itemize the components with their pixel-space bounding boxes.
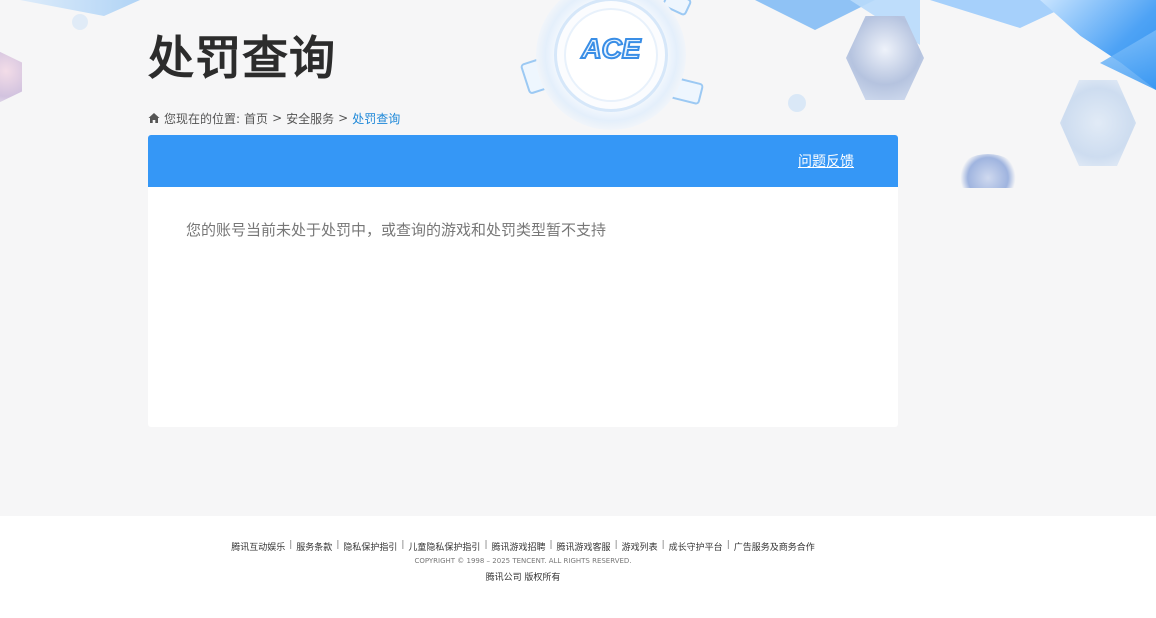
decorative-character-left — [0, 48, 22, 106]
footer-link-game-list[interactable]: 游戏列表 — [622, 540, 658, 553]
feedback-link[interactable]: 问题反馈 — [798, 151, 854, 171]
home-icon — [148, 113, 160, 123]
footer-link-ads-business[interactable]: 广告服务及商务合作 — [734, 540, 815, 553]
footer-link-support[interactable]: 腾讯游戏客服 — [557, 540, 611, 553]
result-message: 您的账号当前未处于处罚中，或查询的游戏和处罚类型暂不支持 — [186, 221, 607, 239]
panel-header: 问题反馈 — [148, 135, 898, 187]
company-rights: 腾讯公司 版权所有 — [485, 573, 561, 583]
footer-links: 腾讯互动娱乐 | 服务条款 | 隐私保护指引 | 儿童隐私保护指引 | 腾讯游戏… — [0, 540, 1046, 553]
footer-separator: | — [336, 540, 340, 550]
footer-link-jobs[interactable]: 腾讯游戏招聘 — [491, 540, 545, 553]
footer-separator: | — [549, 540, 553, 550]
decorative-character-small — [960, 154, 1016, 188]
footer-link-growth-guard[interactable]: 成长守护平台 — [669, 540, 723, 553]
footer: 腾讯互动娱乐 | 服务条款 | 隐私保护指引 | 儿童隐私保护指引 | 腾讯游戏… — [0, 516, 1156, 618]
breadcrumb-separator: > — [272, 111, 283, 125]
footer-separator: | — [289, 540, 293, 550]
page-title: 处罚查询 — [148, 31, 336, 85]
ace-logo-emblem: ACE — [536, 0, 686, 130]
decorative-bubble — [788, 94, 806, 112]
breadcrumb: 您现在的位置: 首页 > 安全服务 > 处罚查询 — [148, 110, 400, 126]
footer-link-privacy[interactable]: 隐私保护指引 — [343, 540, 397, 553]
breadcrumb-current: 处罚查询 — [352, 111, 401, 126]
footer-separator: | — [661, 540, 665, 550]
copyright-text: COPYRIGHT © 1998 – 2025 TENCENT. ALL RIG… — [414, 557, 632, 565]
footer-separator: | — [401, 540, 405, 550]
footer-link-terms[interactable]: 服务条款 — [296, 540, 332, 553]
footer-link-child-privacy[interactable]: 儿童隐私保护指引 — [408, 540, 480, 553]
decorative-bubble — [72, 14, 88, 30]
breadcrumb-link-home[interactable]: 首页 — [244, 110, 268, 127]
header-background: ACE 处罚查询 您现在的位置: 首页 > 安全服务 > 处罚查询 问题反馈 您… — [0, 0, 1156, 516]
footer-separator: | — [614, 540, 618, 550]
decorative-character-hexagon — [1060, 80, 1136, 166]
breadcrumb-separator: > — [338, 111, 349, 125]
footer-link-tencent-ied[interactable]: 腾讯互动娱乐 — [231, 540, 285, 553]
footer-separator: | — [726, 540, 730, 550]
breadcrumb-link-security[interactable]: 安全服务 — [286, 110, 334, 127]
breadcrumb-prefix: 您现在的位置: — [164, 111, 241, 126]
footer-separator: | — [484, 540, 488, 550]
result-panel: 问题反馈 您的账号当前未处于处罚中，或查询的游戏和处罚类型暂不支持 — [148, 135, 898, 427]
ace-logo: ACE — [579, 32, 642, 65]
ace-logo-text: ACE — [580, 33, 641, 64]
page: ACE 处罚查询 您现在的位置: 首页 > 安全服务 > 处罚查询 问题反馈 您… — [0, 0, 1156, 618]
